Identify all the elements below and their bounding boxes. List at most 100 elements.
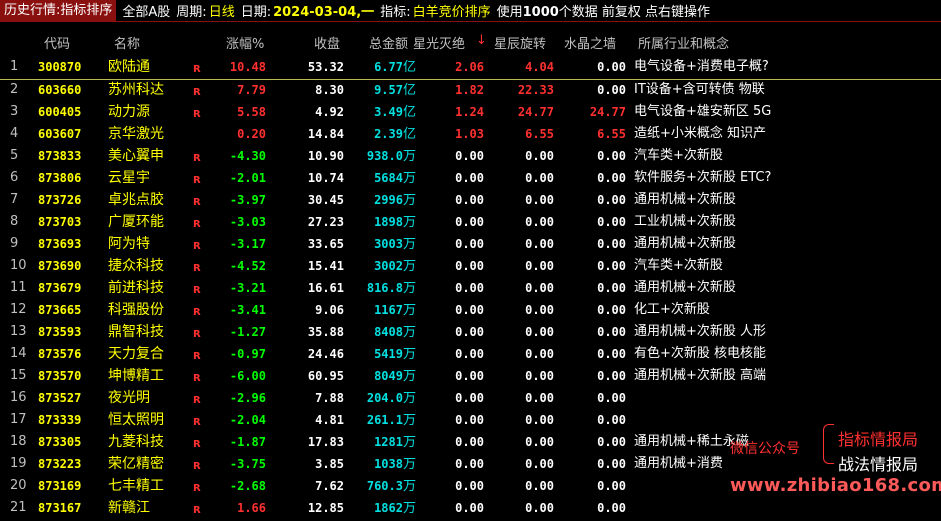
header-star[interactable]: 星光灭绝 bbox=[413, 33, 465, 52]
date-value[interactable]: 2024-03-04,一 bbox=[273, 1, 374, 20]
amount-value: 1167 bbox=[374, 303, 403, 317]
amount-value: 2996 bbox=[374, 193, 403, 207]
close-price: 12.85 bbox=[307, 501, 344, 515]
table-row[interactable]: 7 873726 卓兆点胶 R -3.97 30.45 2996万 0.00 0.00 0.00 通… bbox=[0, 190, 941, 212]
star-rotation: 0.00 bbox=[525, 391, 554, 405]
amount-value: 3003 bbox=[374, 237, 403, 251]
close-price: 35.88 bbox=[307, 325, 344, 339]
star-extinction: 1.03 bbox=[455, 127, 484, 141]
crystal-wall: 0.00 bbox=[597, 391, 626, 405]
close-price: 8.30 bbox=[315, 83, 344, 97]
row-index: 20 bbox=[10, 478, 27, 493]
change-percent: -3.03 bbox=[229, 215, 266, 229]
amount-unit: 亿 bbox=[402, 83, 416, 98]
table-row[interactable]: 5 873833 美心翼申 R -4.30 10.90 938.0万 0.00 0.00 0.00… bbox=[0, 146, 941, 168]
table-row[interactable]: 17 873339 恒太照明 R -2.04 4.81 261.1万 0.00 0.00 0.00 bbox=[0, 410, 941, 432]
star-rotation: 24.77 bbox=[517, 105, 554, 119]
header-code[interactable]: 代码 bbox=[44, 33, 70, 52]
stock-code: 873593 bbox=[38, 325, 82, 339]
table-row[interactable]: 21 873167 新赣江 R 1.66 12.85 1862万 0.00 0.00 0.00 bbox=[0, 498, 941, 520]
stock-code: 873726 bbox=[38, 193, 82, 207]
table-row[interactable]: 10 873690 捷众科技 R -4.52 15.41 3002万 0.00 0.00 0.00… bbox=[0, 256, 941, 278]
star-rotation: 0.00 bbox=[525, 149, 554, 163]
star-extinction: 0.00 bbox=[455, 149, 484, 163]
star-rotation: 0.00 bbox=[525, 325, 554, 339]
table-row[interactable]: 16 873527 夜光明 R -2.96 7.88 204.0万 0.00 0.00 0.00 bbox=[0, 388, 941, 410]
total-amount: 9.57亿 bbox=[346, 80, 416, 101]
total-amount: 5419万 bbox=[346, 344, 416, 365]
change-percent: -2.01 bbox=[229, 171, 266, 185]
star-extinction: 2.06 bbox=[455, 60, 484, 74]
amount-unit: 万 bbox=[402, 391, 416, 406]
table-row[interactable]: 3 600405 动力源 R 5.58 4.92 3.49亿 1.24 24.77 24.77 电气… bbox=[0, 102, 941, 124]
industry-concept: 汽车类+次新股 bbox=[634, 258, 723, 273]
row-index: 21 bbox=[10, 500, 27, 515]
header-amount[interactable]: 总金额 bbox=[369, 33, 408, 52]
brace-icon bbox=[823, 424, 834, 464]
star-extinction: 0.00 bbox=[455, 237, 484, 251]
crystal-wall: 0.00 bbox=[597, 347, 626, 361]
data-note: 使用1000个数据 前复权 点右键操作 bbox=[497, 1, 710, 20]
stock-code: 873169 bbox=[38, 479, 82, 493]
table-row[interactable]: 4 603607 京华激光 0.20 14.84 2.39亿 1.03 6.55 6.55 造纸+… bbox=[0, 124, 941, 146]
table-row[interactable]: 14 873576 天力复合 R -0.97 24.46 5419万 0.00 0.00 0.00… bbox=[0, 344, 941, 366]
change-percent: -2.04 bbox=[229, 413, 266, 427]
total-amount: 760.3万 bbox=[346, 476, 416, 497]
header-chg[interactable]: 涨幅% bbox=[226, 33, 264, 52]
table-row[interactable]: 8 873703 广厦环能 R -3.03 27.23 1898万 0.00 0.00 0.00 工… bbox=[0, 212, 941, 234]
table-row[interactable]: 15 873570 坤博精工 R -6.00 60.95 8049万 0.00 0.00 0.00… bbox=[0, 366, 941, 388]
row-index: 9 bbox=[10, 236, 19, 251]
industry-concept: 工业机械+次新股 bbox=[634, 214, 736, 229]
crystal-wall: 0.00 bbox=[597, 215, 626, 229]
stock-code: 873527 bbox=[38, 391, 82, 405]
header-name[interactable]: 名称 bbox=[114, 33, 140, 52]
table-row[interactable]: 9 873693 阿为特 R -3.17 33.65 3003万 0.00 0.00 0.00 通用… bbox=[0, 234, 941, 256]
amount-unit: 万 bbox=[402, 237, 416, 252]
stock-name: 夜光明 bbox=[108, 390, 150, 406]
industry-concept: 有色+次新股 核电核能 bbox=[634, 346, 767, 361]
star-rotation: 0.00 bbox=[525, 413, 554, 427]
period-label: 周期: bbox=[176, 5, 207, 20]
stock-code: 603607 bbox=[38, 127, 82, 141]
data-count: 1000 bbox=[522, 5, 559, 20]
stock-name: 坤博精工 bbox=[108, 368, 164, 384]
close-price: 4.92 bbox=[315, 105, 344, 119]
table-row[interactable]: 11 873679 前进科技 R -3.21 16.61 816.8万 0.00 0.00 0.0… bbox=[0, 278, 941, 300]
stock-name: 前进科技 bbox=[108, 280, 164, 296]
change-percent: -3.21 bbox=[229, 281, 266, 295]
period-value[interactable]: 日线 bbox=[209, 1, 235, 20]
total-amount: 8049万 bbox=[346, 366, 416, 387]
header-wall[interactable]: 水晶之墙 bbox=[564, 33, 616, 52]
stock-name: 京华激光 bbox=[108, 126, 164, 142]
table-row[interactable]: 2 603660 苏州科达 R 7.79 8.30 9.57亿 1.82 22.33 0.00 IT… bbox=[0, 80, 941, 102]
header-industry[interactable]: 所属行业和概念 bbox=[638, 33, 729, 52]
stock-name: 动力源 bbox=[108, 104, 150, 120]
row-index: 18 bbox=[10, 434, 27, 449]
table-row[interactable]: 1 300870 欧陆通 R 10.48 53.32 6.77亿 2.06 4.04 0.00 电气… bbox=[0, 57, 941, 80]
stock-name: 七丰精工 bbox=[108, 478, 164, 494]
table-row[interactable]: 6 873806 云星宇 R -2.01 10.74 5684万 0.00 0.00 0.00 软件… bbox=[0, 168, 941, 190]
market-selector[interactable]: 全部A股 bbox=[122, 1, 170, 20]
star-rotation: 0.00 bbox=[525, 369, 554, 383]
stock-code: 873703 bbox=[38, 215, 82, 229]
indicator-label: 指标: bbox=[380, 5, 411, 20]
close-price: 9.06 bbox=[315, 303, 344, 317]
star-rotation: 4.04 bbox=[525, 60, 554, 74]
stock-code: 873223 bbox=[38, 457, 82, 471]
amount-unit: 万 bbox=[402, 347, 416, 362]
close-price: 14.84 bbox=[307, 127, 344, 141]
star-extinction: 0.00 bbox=[455, 259, 484, 273]
amount-unit: 亿 bbox=[402, 105, 416, 120]
amount-unit: 万 bbox=[402, 457, 416, 472]
table-row[interactable]: 13 873593 鼎智科技 R -1.27 35.88 8408万 0.00 0.00 0.00… bbox=[0, 322, 941, 344]
row-index: 16 bbox=[10, 390, 27, 405]
header-rotate[interactable]: 星辰旋转 bbox=[494, 33, 546, 52]
industry-concept: IT设备+含可转债 物联 bbox=[634, 82, 765, 97]
amount-value: 3002 bbox=[374, 259, 403, 273]
star-extinction: 0.00 bbox=[455, 215, 484, 229]
header-close[interactable]: 收盘 bbox=[314, 33, 340, 52]
row-index: 13 bbox=[10, 324, 27, 339]
table-row[interactable]: 12 873665 科强股份 R -3.41 9.06 1167万 0.00 0.00 0.00 化… bbox=[0, 300, 941, 322]
indicator-value[interactable]: 白羊竞价排序 bbox=[413, 1, 491, 20]
crystal-wall: 0.00 bbox=[597, 193, 626, 207]
